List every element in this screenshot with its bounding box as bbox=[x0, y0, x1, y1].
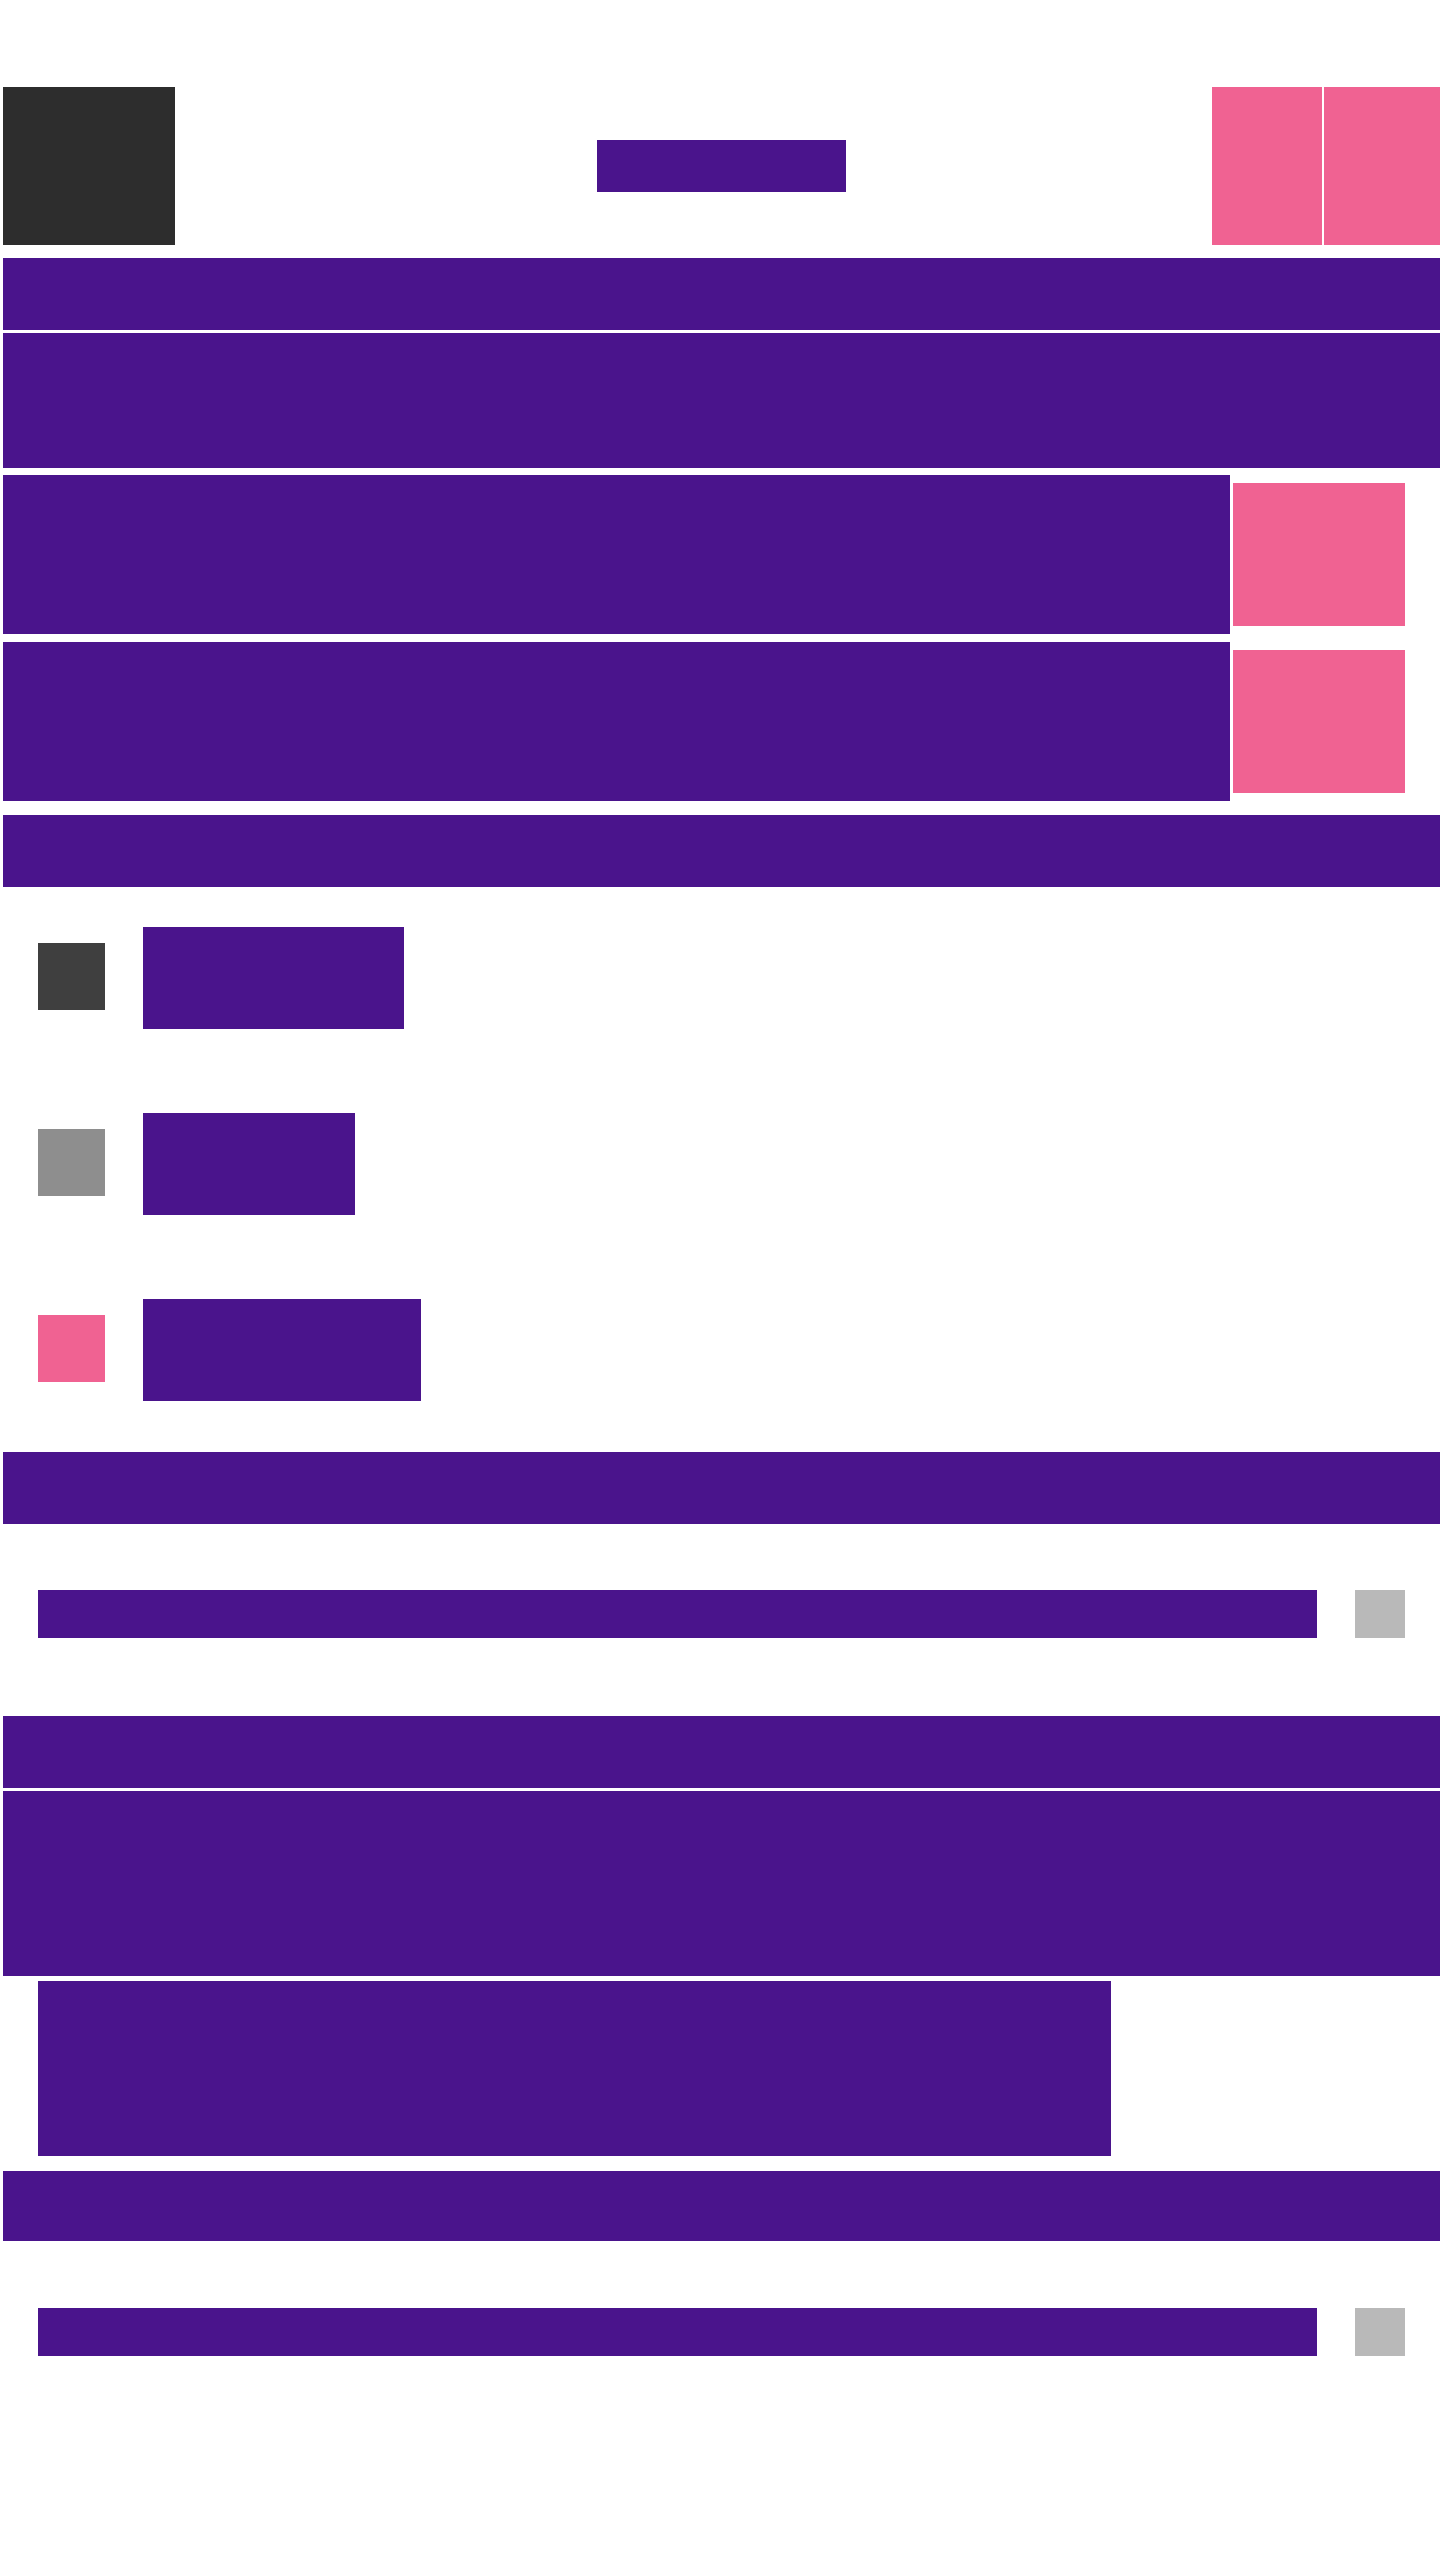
input-field-1[interactable] bbox=[38, 1590, 1317, 1638]
legend-label-2 bbox=[143, 1113, 355, 1215]
page-title bbox=[597, 140, 846, 192]
section-5-header bbox=[3, 2171, 1440, 2241]
list-item-2[interactable] bbox=[3, 642, 1230, 801]
section-4-header bbox=[3, 1716, 1440, 1788]
header-action-2-icon[interactable] bbox=[1324, 87, 1440, 245]
content-sub-block bbox=[38, 1981, 1111, 2156]
field-2-icon[interactable] bbox=[1355, 2308, 1405, 2356]
content-block bbox=[3, 1791, 1440, 1976]
page-root bbox=[0, 0, 1440, 2560]
section-2-header bbox=[3, 815, 1440, 887]
legend-swatch-3-icon bbox=[38, 1315, 105, 1382]
legend-label-3 bbox=[143, 1299, 421, 1401]
section-1-header bbox=[3, 258, 1440, 330]
banner bbox=[3, 333, 1440, 468]
list-item-1[interactable] bbox=[3, 475, 1230, 634]
legend-swatch-1-icon bbox=[38, 943, 105, 1010]
legend-label-1 bbox=[143, 927, 404, 1029]
input-field-2[interactable] bbox=[38, 2308, 1317, 2356]
list-item-1-action-icon[interactable] bbox=[1233, 483, 1405, 626]
field-1-icon[interactable] bbox=[1355, 1590, 1405, 1638]
logo-icon[interactable] bbox=[3, 87, 175, 245]
legend-swatch-2-icon bbox=[38, 1129, 105, 1196]
section-3-header bbox=[3, 1452, 1440, 1524]
header-action-1-icon[interactable] bbox=[1212, 87, 1322, 245]
list-item-2-action-icon[interactable] bbox=[1233, 650, 1405, 793]
